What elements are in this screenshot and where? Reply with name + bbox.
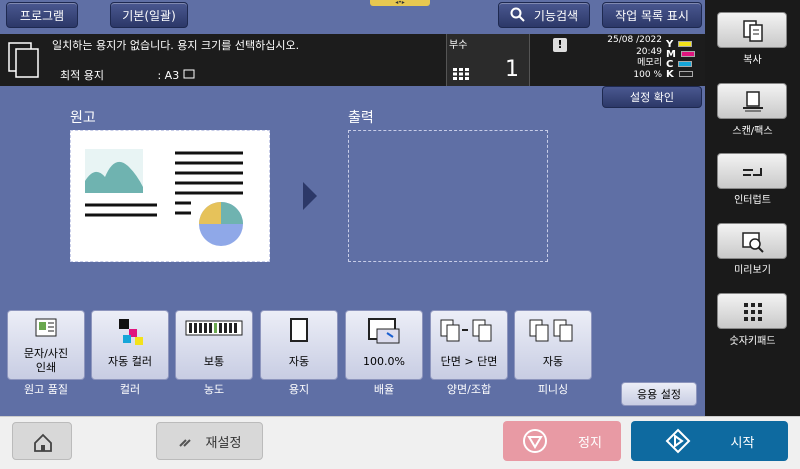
duplex-label: 양면/조합 xyxy=(446,383,492,396)
start-label: 시작 xyxy=(730,435,755,451)
color-value: 자동 컬러 xyxy=(108,355,152,368)
function-search-button[interactable]: 기능검색 xyxy=(498,2,590,28)
toner-k-label: K xyxy=(666,68,674,80)
start-icon xyxy=(665,428,690,454)
copy-label: 복사 xyxy=(743,55,762,66)
optimal-paper-label: 최적 용지 xyxy=(60,69,104,82)
date: 25/08 /2022 xyxy=(607,35,662,45)
toner-m-bar xyxy=(680,51,695,57)
copies-label: 부수 xyxy=(449,40,468,51)
toner-c: C xyxy=(666,59,702,70)
color-label: 컬러 xyxy=(119,383,141,396)
toner-k: K xyxy=(666,68,702,80)
keypad-label: 숫자키패드 xyxy=(729,336,776,347)
optimal-paper: 최적 용지 : A3 xyxy=(60,67,195,83)
memory-label: 메모리 xyxy=(637,58,662,68)
copies-value: 1 xyxy=(505,57,519,82)
tab-program[interactable]: 프로그램 xyxy=(6,2,78,28)
reset-button[interactable]: 재설정 xyxy=(156,422,263,460)
status-message: 일치하는 용지가 없습니다. 용지 크기를 선택하십시오. xyxy=(52,39,300,52)
reset-icon xyxy=(178,439,191,447)
toner-k-bar xyxy=(678,71,693,77)
preview-button[interactable] xyxy=(717,223,787,259)
toner-c-bar xyxy=(678,61,693,67)
keypad-small-icon xyxy=(453,68,469,80)
color-button[interactable]: 자동 컬러 xyxy=(91,310,169,380)
paper-label: 용지 xyxy=(288,383,310,396)
original-quality-label: 원고 품질 xyxy=(24,383,68,396)
tab-basic[interactable]: 기본(일괄) xyxy=(110,2,188,28)
stop-icon xyxy=(523,429,548,453)
original-quality-text: 문자/사진 인쇄 xyxy=(23,347,69,374)
zoom-value: 100.0% xyxy=(363,355,405,368)
start-button[interactable]: 시작 xyxy=(631,421,788,461)
toner-y-bar xyxy=(678,41,693,47)
finishing-label: 피니싱 xyxy=(537,383,569,396)
top-toolbar xyxy=(0,0,705,34)
toner-m: M xyxy=(666,49,702,60)
zoom-label: 배율 xyxy=(373,383,395,396)
function-search-label: 기능검색 xyxy=(533,8,579,23)
toner-y: Y xyxy=(666,39,702,50)
status-info: 25/08 /2022 20:49 메모리 100 % xyxy=(596,35,662,81)
scan-fax-button[interactable] xyxy=(717,83,787,119)
paper-value: 자동 xyxy=(288,355,310,368)
density-value: 보통 xyxy=(203,355,225,368)
original-type-icon xyxy=(35,318,57,337)
interrupt-label: 인터럽트 xyxy=(734,195,771,206)
zoom-button[interactable]: 100.0% xyxy=(345,310,423,380)
stop-button[interactable]: 정지 xyxy=(503,421,621,461)
arrow-right-icon xyxy=(303,182,317,210)
zoom-icon xyxy=(368,318,400,344)
optimal-paper-value: : A3 xyxy=(157,69,180,82)
toner-levels: Y M C K xyxy=(666,39,702,80)
output-label: 출력 xyxy=(348,110,374,126)
preview-label: 미리보기 xyxy=(734,265,771,276)
keypad-button[interactable] xyxy=(717,293,787,329)
keypad-icon xyxy=(744,303,762,321)
copies-display[interactable]: 부수 1 xyxy=(446,34,530,86)
color-icon xyxy=(119,319,143,345)
original-preview xyxy=(70,130,270,262)
copy-button[interactable] xyxy=(717,12,787,48)
original-quality-value: 문자/사진 인쇄 xyxy=(24,347,68,375)
warning-icon[interactable]: ! xyxy=(553,38,567,52)
confirm-settings-button[interactable]: 설정 확인 xyxy=(602,86,702,108)
copy-icon xyxy=(743,20,763,42)
finishing-icon xyxy=(529,319,573,342)
home-icon xyxy=(34,433,52,452)
preview-icon xyxy=(742,232,764,253)
original-label: 원고 xyxy=(70,110,96,126)
output-preview xyxy=(348,130,548,262)
paper-icon xyxy=(290,318,308,342)
paper-button[interactable]: 자동 xyxy=(260,310,338,380)
density-icon xyxy=(185,320,243,336)
density-label: 농도 xyxy=(203,383,225,396)
home-button[interactable] xyxy=(12,422,72,460)
finishing-value: 자동 xyxy=(542,355,564,368)
finishing-button[interactable]: 자동 xyxy=(514,310,592,380)
paper-orientation-icon xyxy=(183,69,195,79)
memory-value: 100 % xyxy=(633,69,662,80)
duplex-icon xyxy=(440,319,492,342)
document-preview-icon xyxy=(85,149,243,246)
stop-label: 정지 xyxy=(578,435,602,451)
panel-handle[interactable]: ◂•▸ xyxy=(370,0,430,6)
interrupt-icon xyxy=(743,168,762,176)
reset-label: 재설정 xyxy=(205,435,242,451)
message-bar: 일치하는 용지가 없습니다. 용지 크기를 선택하십시오. 최적 용지 : A3… xyxy=(0,34,705,86)
time: 20:49 xyxy=(636,46,662,57)
scan-fax-icon xyxy=(743,91,763,112)
duplex-button[interactable]: 단면 > 단면 xyxy=(430,310,508,380)
document-icon xyxy=(8,42,39,78)
duplex-value: 단면 > 단면 xyxy=(440,355,498,368)
density-button[interactable]: 보통 xyxy=(175,310,253,380)
search-icon xyxy=(510,7,525,22)
job-list-button[interactable]: 작업 목록 표시 xyxy=(602,2,702,28)
interrupt-button[interactable] xyxy=(717,153,787,189)
application-settings-button[interactable]: 응용 설정 xyxy=(621,382,697,406)
scan-fax-label: 스캔/팩스 xyxy=(732,126,773,137)
original-quality-button[interactable]: 문자/사진 인쇄 xyxy=(7,310,85,380)
